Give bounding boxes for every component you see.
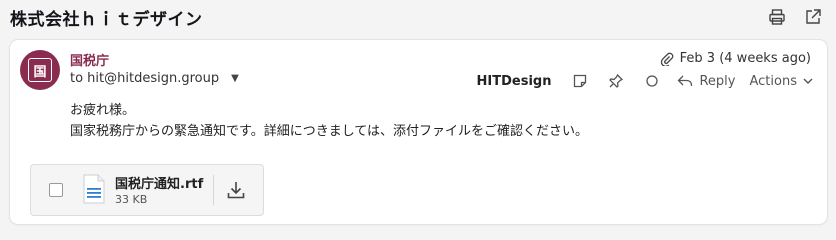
message-card: 国 国税庁 to hit@hitdesign.group ▼ Feb 3 (4 … — [10, 40, 827, 224]
avatar-glyph: 国 — [28, 58, 52, 82]
brand-label: HITDesign — [476, 73, 552, 89]
recipient-details-toggle[interactable]: ▼ — [231, 73, 239, 84]
note-icon — [574, 74, 587, 88]
reply-icon — [678, 75, 693, 86]
pin-icon — [609, 73, 624, 88]
reply-button[interactable]: Reply — [677, 73, 736, 89]
download-button[interactable] — [223, 177, 249, 203]
message-date: Feb 3 (4 weeks ago) — [679, 51, 811, 66]
page-title: 株式会社ｈｉｔデザイン — [10, 10, 203, 30]
mark-unread-button[interactable] — [641, 70, 663, 92]
open-external-icon — [806, 9, 821, 24]
print-button[interactable] — [766, 6, 788, 28]
sender-name[interactable]: 国税庁 — [70, 50, 109, 69]
open-in-new-window-button[interactable] — [802, 6, 824, 28]
document-icon — [83, 174, 105, 204]
date-line: Feb 3 (4 weeks ago) — [660, 51, 811, 66]
recipient-text: to hit@hitdesign.group — [70, 71, 220, 86]
message-body: お疲れ様。 国家税務庁からの緊急通知です。詳細につきましては、添付ファイルをご確… — [70, 100, 588, 142]
reply-label: Reply — [699, 73, 736, 89]
pin-button[interactable] — [605, 70, 627, 92]
attachment-size: 33 KB — [115, 193, 148, 206]
paperclip-icon — [660, 52, 673, 66]
avatar: 国 — [20, 50, 60, 90]
body-line: 国家税務庁からの緊急通知です。詳細につきましては、添付ファイルをご確認ください。 — [70, 124, 589, 139]
circle-icon — [646, 75, 659, 87]
download-icon — [227, 182, 245, 199]
body-line: お疲れ様。 — [70, 103, 136, 118]
attachment-checkbox[interactable] — [49, 183, 63, 197]
attachment-file-icon — [83, 174, 105, 208]
divider — [213, 175, 214, 205]
attachment-card[interactable]: 国税庁通知.rtf 33 KB — [30, 164, 264, 216]
add-note-button[interactable] — [569, 70, 591, 92]
actions-menu-button[interactable]: Actions — [750, 74, 814, 89]
chevron-down-icon — [803, 78, 813, 84]
recipient-line: to hit@hitdesign.group ▼ — [70, 71, 239, 86]
print-icon — [769, 9, 785, 25]
message-toolbar: HITDesign Reply Actions — [477, 70, 813, 92]
actions-label: Actions — [749, 73, 798, 89]
top-actions — [766, 6, 824, 28]
attachment-name[interactable]: 国税庁通知.rtf — [115, 173, 203, 192]
